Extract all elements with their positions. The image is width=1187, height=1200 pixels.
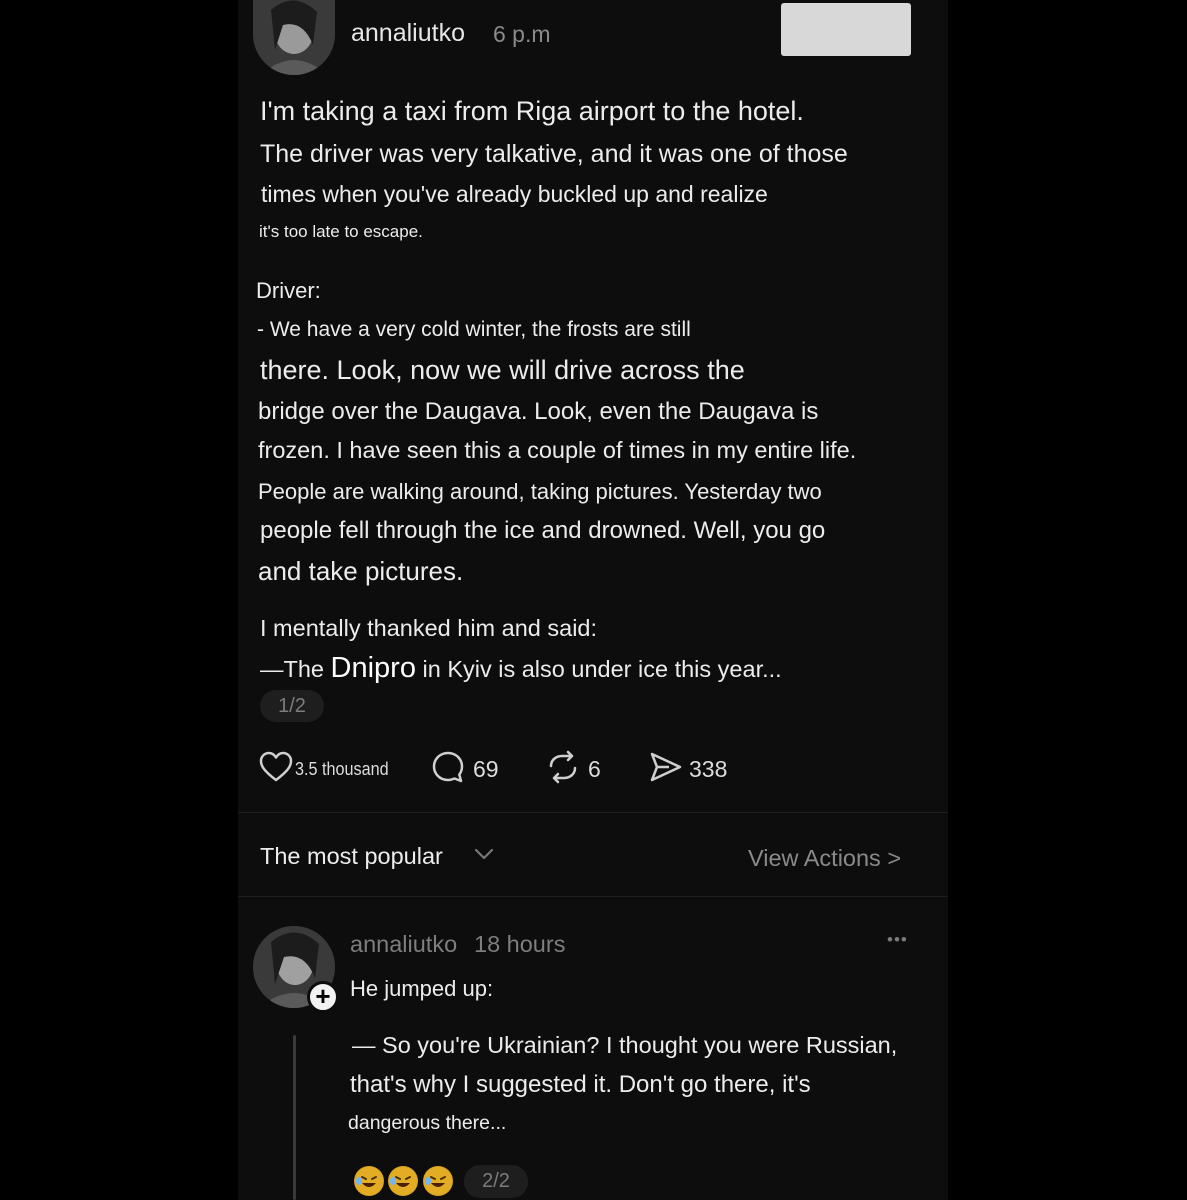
post-line: I mentally thanked him and said:: [260, 615, 598, 641]
divider: [238, 812, 948, 813]
post-panel: [238, 0, 948, 1200]
text-pre: The: [283, 656, 331, 682]
dash: —: [260, 656, 284, 682]
text-post: in Kyiv is also under ice this year...: [415, 656, 782, 682]
shares-count: 338: [689, 755, 728, 782]
laughing-emoji-icon: [354, 1166, 384, 1196]
reply-line: — So you're Ukrainian? I thought you wer…: [352, 1032, 898, 1058]
likes-count: 3.5 thousand: [295, 758, 389, 779]
post-line: it's too late to escape.: [259, 222, 423, 241]
share-button[interactable]: 338: [649, 752, 727, 786]
repost-button[interactable]: 6: [546, 750, 601, 789]
post-line: bridge over the Daugava. Look, even the …: [258, 398, 819, 425]
comments-count: 69: [473, 755, 499, 782]
more-icon[interactable]: •••: [887, 930, 908, 950]
highlight-word: Dnipro: [330, 652, 416, 684]
repost-icon: [546, 750, 580, 789]
chevron-down-icon: [473, 847, 495, 866]
reply-line: dangerous there...: [348, 1112, 507, 1134]
post-line: times when you've already buckled up and…: [261, 181, 768, 207]
comment-icon: [431, 750, 465, 789]
view-actions-link[interactable]: View Actions >: [748, 845, 901, 872]
comment-button[interactable]: 69: [431, 750, 499, 789]
thread-line: [293, 1035, 296, 1200]
laughing-emoji-icon: [423, 1166, 453, 1196]
heart-icon: [259, 751, 293, 788]
post-line: Driver:: [256, 278, 321, 303]
post-line: people fell through the ice and drowned.…: [260, 517, 826, 544]
plus-icon[interactable]: +: [307, 981, 339, 1013]
post-username[interactable]: annaliutko: [351, 19, 465, 48]
post-pager: 1/2: [260, 690, 324, 722]
reply-line: that's why I suggested it. Don't go ther…: [350, 1071, 811, 1098]
post-last-line: —The Dnipro in Kyiv is also under ice th…: [260, 652, 782, 685]
post-line: frozen. I have seen this a couple of tim…: [258, 437, 857, 463]
reposts-count: 6: [588, 755, 601, 782]
sort-label: The most popular: [260, 843, 443, 869]
reply-username[interactable]: annaliutko: [350, 931, 457, 958]
post-line: and take pictures.: [258, 556, 464, 586]
reply-time: 18 hours: [474, 931, 566, 957]
share-icon: [649, 750, 683, 789]
post-line: People are walking around, taking pictur…: [258, 479, 822, 504]
post-line: The driver was very talkative, and it wa…: [260, 140, 848, 168]
reply-pager: 2/2: [464, 1165, 528, 1198]
post-line: I'm taking a taxi from Riga airport to t…: [260, 96, 804, 126]
like-button[interactable]: 3.5 thousand: [259, 751, 399, 788]
divider: [238, 896, 948, 897]
sort-dropdown[interactable]: The most popular: [260, 843, 495, 870]
post-line: there. Look, now we will drive across th…: [260, 355, 745, 385]
reply-line: He jumped up:: [350, 976, 494, 1001]
redacted-area: [781, 3, 911, 56]
post-line: - We have a very cold winter, the frosts…: [257, 318, 691, 341]
post-time: 6 p.m: [493, 21, 551, 47]
laughing-emoji-icon: [388, 1166, 418, 1196]
